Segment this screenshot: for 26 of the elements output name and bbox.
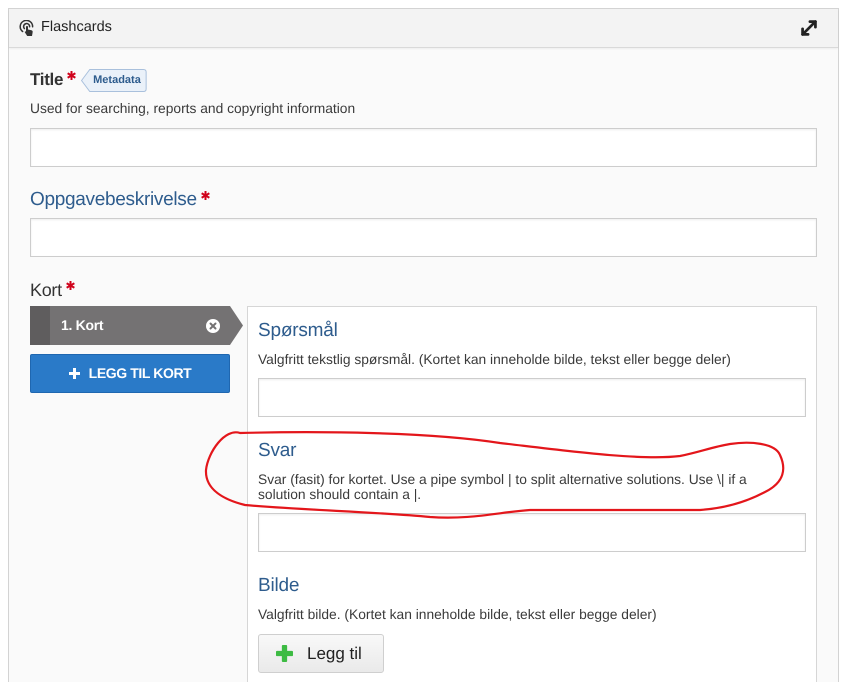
hand-pointer-icon [19, 20, 35, 36]
section-heading: Spørsmål [258, 319, 339, 343]
drag-handle[interactable] [30, 306, 50, 345]
card-tab[interactable]: 1. Kort [50, 306, 243, 345]
answer-field[interactable] [258, 378, 806, 417]
field-label: Kort [30, 278, 62, 302]
expand-icon [798, 17, 820, 39]
task-description-field[interactable] [30, 218, 817, 257]
field-label: Oppgavebeskrivelse [30, 188, 197, 212]
add-image-button[interactable]: Legg til [258, 634, 384, 673]
plus-icon [276, 645, 293, 662]
close-icon[interactable] [206, 318, 220, 332]
add-card-button[interactable]: LEGG TIL KORT [30, 354, 230, 393]
section-description: Valgfritt tekstlig spørsmål. (Kortet kan inneholde bilde, tekst eller begge deler) [258, 352, 732, 367]
panel-title: Flashcards [41, 18, 113, 38]
field-label: Title [30, 69, 64, 92]
expand-button[interactable] [798, 17, 820, 39]
title-field[interactable] [30, 128, 817, 167]
answer-field[interactable] [258, 513, 806, 552]
plus-icon [68, 368, 80, 379]
field-description: Used for searching, reports and copyright information [30, 101, 356, 116]
metadata-tag[interactable]: Metadata [81, 68, 147, 92]
section-description: Valgfritt bilde. (Kortet kan inneholde bilde, tekst eller begge deler) [258, 607, 658, 622]
section-description: Svar (fasit) for kortet. Use a pipe symbol | to split alternative solutions. Use \| if a solution should contain a |. [258, 472, 748, 502]
section-heading: Bilde [258, 574, 300, 598]
section-heading: Svar [258, 439, 298, 463]
